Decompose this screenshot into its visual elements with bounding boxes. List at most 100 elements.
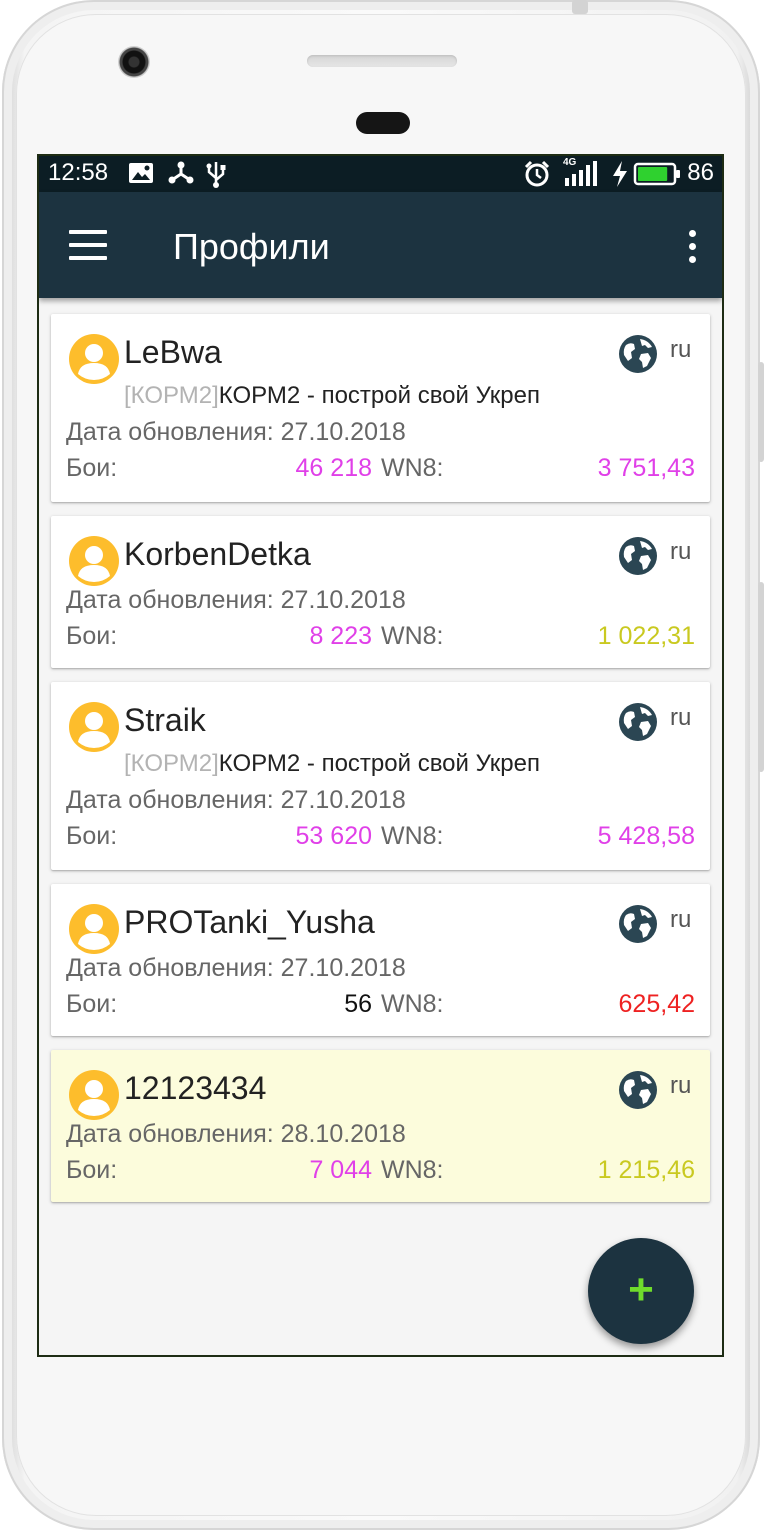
clan-name: КОРМ2 - построй свой Укреп: [218, 750, 540, 777]
battles-label: Бои:: [66, 454, 118, 482]
battles-value: 56: [344, 990, 372, 1018]
avatar-icon: [69, 1070, 119, 1120]
profile-name: KorbenDetka: [124, 536, 311, 572]
wn8-value: 5 428,58: [597, 822, 695, 850]
clan-tag: [КОРМ2]: [124, 750, 219, 777]
updated-row: Дата обновления: 28.10.2018: [66, 1120, 406, 1149]
plus-icon: +: [628, 1265, 654, 1314]
hamburger-menu-icon-mid: [69, 243, 107, 247]
wn8-value: 1 215,46: [597, 1156, 695, 1184]
profile-card[interactable]: PROTanki_Yusha ru Дата обновления: 27.10…: [51, 884, 710, 1036]
clan-tag: [КОРМ2]: [124, 382, 219, 409]
wn8-value: 625,42: [618, 990, 695, 1018]
proximity-sensor: [356, 112, 410, 134]
profile-name: 12123434: [124, 1070, 267, 1106]
screen: 12:58 4G 86 Профили LeBwa ru [КОРМ2]КОРМ…: [37, 154, 724, 1357]
battles-label: Бои:: [66, 622, 118, 650]
wn8-label: WN8:: [381, 1156, 444, 1184]
avatar-icon: [69, 334, 119, 384]
updated-label: Дата обновления:: [66, 786, 274, 814]
region-label: ru: [670, 1072, 692, 1099]
battery-percent: 86: [687, 159, 714, 186]
stats-row: Бои: 53 620 WN8: 5 428,58: [66, 822, 695, 851]
region-label: ru: [670, 336, 692, 363]
charging-bolt-icon: [613, 161, 627, 187]
signal-icon: [565, 161, 597, 186]
wn8-value: 1 022,31: [597, 622, 695, 650]
profile-card[interactable]: KorbenDetka ru Дата обновления: 27.10.20…: [51, 516, 710, 668]
avatar-icon: [69, 904, 119, 954]
page-title: Профили: [173, 226, 330, 267]
stats-row: Бои: 7 044 WN8: 1 215,46: [66, 1156, 695, 1185]
profile-card[interactable]: Straik ru [КОРМ2]КОРМ2 - построй свой Ук…: [51, 682, 710, 870]
battles-value: 8 223: [309, 622, 372, 650]
updated-row: Дата обновления: 27.10.2018: [66, 586, 406, 615]
globe-icon: [619, 335, 657, 373]
region-label: ru: [670, 538, 692, 565]
wn8-label: WN8:: [381, 622, 444, 650]
more-vertical-icon: [689, 230, 696, 237]
wn8-label: WN8:: [381, 454, 444, 482]
avatar-icon: [69, 536, 119, 586]
battles-label: Бои:: [66, 822, 118, 850]
menu-button[interactable]: [69, 230, 107, 260]
stats-row: Бои: 46 218 WN8: 3 751,43: [66, 454, 695, 483]
alarm-icon: [524, 160, 550, 187]
battles-value: 46 218: [295, 454, 372, 482]
wn8-value: 3 751,43: [597, 454, 695, 482]
battles-label: Бои:: [66, 990, 118, 1018]
updated-label: Дата обновления:: [66, 418, 274, 446]
globe-icon: [619, 537, 657, 575]
status-time: 12:58: [48, 159, 109, 186]
clan-name: КОРМ2 - построй свой Укреп: [218, 382, 540, 409]
top-button: [572, 0, 588, 14]
app-bar: Профили: [39, 192, 722, 298]
profile-name: PROTanki_Yusha: [124, 904, 375, 940]
updated-date: 27.10.2018: [280, 586, 406, 614]
profile-card[interactable]: LeBwa ru [КОРМ2]КОРМ2 - построй свой Укр…: [51, 314, 710, 502]
side-button-top: [758, 362, 764, 462]
profile-name: Straik: [124, 702, 206, 738]
usb-icon: [206, 162, 226, 188]
status-bar: 12:58 4G 86: [39, 156, 722, 192]
battles-value: 53 620: [295, 822, 372, 850]
wn8-label: WN8:: [381, 990, 444, 1018]
front-camera: [118, 46, 150, 78]
hamburger-menu-icon: [69, 230, 107, 234]
more-vertical-icon-bottom: [689, 256, 696, 263]
battles-label: Бои:: [66, 1156, 118, 1184]
battles-value: 7 044: [309, 1156, 372, 1184]
globe-icon: [619, 703, 657, 741]
earpiece-speaker: [307, 55, 457, 67]
hamburger-menu-icon-bottom: [69, 256, 107, 260]
image-notification-icon: [129, 163, 153, 183]
profile-card[interactable]: 12123434 ru Дата обновления: 28.10.2018 …: [51, 1050, 710, 1202]
updated-label: Дата обновления:: [66, 1120, 274, 1148]
stats-row: Бои: 56 WN8: 625,42: [66, 990, 695, 1019]
updated-date: 28.10.2018: [280, 1120, 406, 1148]
more-options-button[interactable]: [686, 230, 698, 264]
updated-date: 27.10.2018: [280, 786, 406, 814]
clan-info: [КОРМ2]КОРМ2 - построй свой Укреп: [124, 750, 540, 778]
updated-row: Дата обновления: 27.10.2018: [66, 786, 406, 815]
updated-label: Дата обновления:: [66, 586, 274, 614]
share-notification-icon: [168, 161, 194, 184]
region-label: ru: [670, 704, 692, 731]
globe-icon: [619, 1071, 657, 1109]
battery-icon: [633, 162, 680, 186]
wn8-label: WN8:: [381, 822, 444, 850]
updated-row: Дата обновления: 27.10.2018: [66, 954, 406, 983]
updated-label: Дата обновления:: [66, 954, 274, 982]
updated-row: Дата обновления: 27.10.2018: [66, 418, 406, 447]
profile-name: LeBwa: [124, 334, 222, 370]
stats-row: Бои: 8 223 WN8: 1 022,31: [66, 622, 695, 651]
globe-icon: [619, 905, 657, 943]
add-profile-button[interactable]: +: [588, 1238, 694, 1344]
updated-date: 27.10.2018: [280, 418, 406, 446]
region-label: ru: [670, 906, 692, 933]
side-button-bottom: [758, 582, 764, 772]
profile-list: LeBwa ru [КОРМ2]КОРМ2 - построй свой Укр…: [51, 314, 710, 1216]
avatar-icon: [69, 702, 119, 752]
clan-info: [КОРМ2]КОРМ2 - построй свой Укреп: [124, 382, 540, 410]
updated-date: 27.10.2018: [280, 954, 406, 982]
